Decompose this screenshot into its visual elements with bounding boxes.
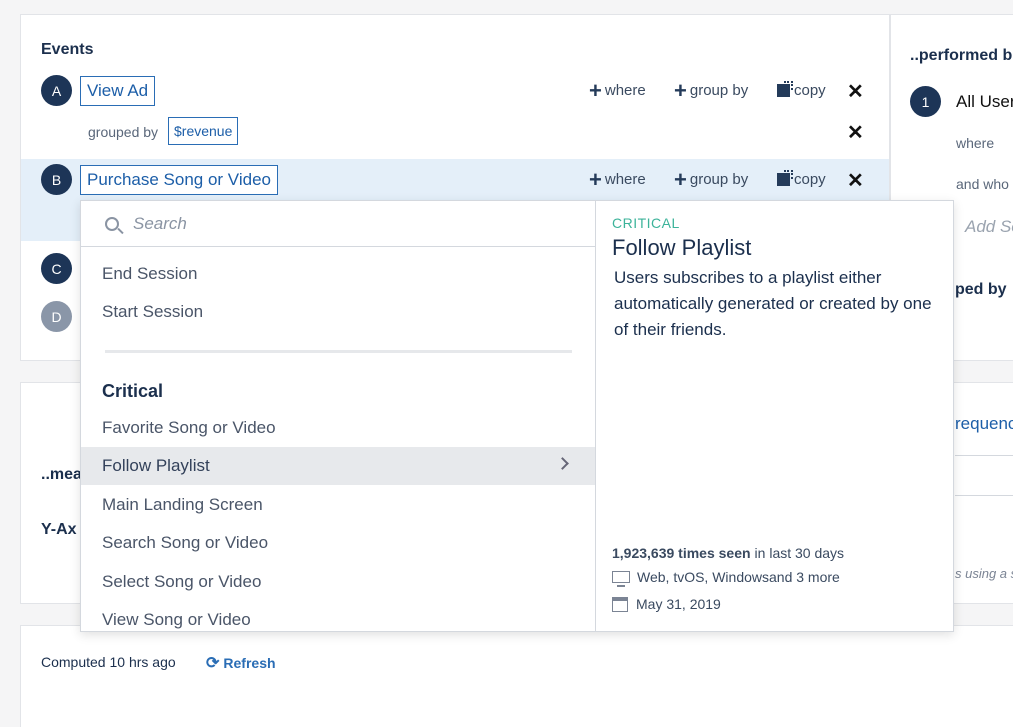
list-item-follow-playlist[interactable]: Follow Playlist xyxy=(81,447,595,485)
detail-platforms: Web, tvOS, Windowsand 3 more xyxy=(612,569,840,587)
list-item-select-song[interactable]: Select Song or Video xyxy=(81,563,595,601)
right-divider xyxy=(955,455,1013,456)
search-bar xyxy=(81,201,595,247)
refresh-button[interactable]: ⟳ Refresh xyxy=(206,653,276,673)
events-heading: Events xyxy=(41,41,94,58)
add-where-a-button[interactable]: + where xyxy=(589,78,646,103)
list-item-end-session[interactable]: End Session xyxy=(81,255,595,293)
calendar-icon xyxy=(612,596,628,612)
step-number-circle: 1 xyxy=(910,86,941,117)
list-item-search-song[interactable]: Search Song or Video xyxy=(81,524,595,562)
detail-times-seen: 1,923,639 times seen in last 30 days xyxy=(612,545,845,561)
add-group-by-a-button[interactable]: + group by xyxy=(674,78,748,103)
event-letter-c: C xyxy=(41,253,72,284)
plus-icon: + xyxy=(589,167,602,192)
copy-icon xyxy=(777,81,793,97)
search-input[interactable] xyxy=(133,213,533,234)
event-b-selector[interactable]: Purchase Song or Video xyxy=(80,165,278,195)
plus-icon: + xyxy=(674,78,687,103)
copy-a-button[interactable]: copy xyxy=(777,81,826,99)
list-item-view-song[interactable]: View Song or Video xyxy=(81,601,595,631)
copy-b-button[interactable]: copy xyxy=(777,170,826,188)
chevron-right-icon xyxy=(556,457,569,470)
remove-a-close-icon[interactable]: ✕ xyxy=(847,79,864,104)
right-note: s using a s xyxy=(955,566,1013,581)
refresh-icon: ⟳ xyxy=(206,655,220,672)
list-item-start-session[interactable]: Start Session xyxy=(81,293,595,331)
footer-panel xyxy=(20,625,1013,727)
right-where-label: where xyxy=(956,135,995,151)
event-detail-pane: CRITICAL Follow Playlist Users subscribe… xyxy=(596,201,953,631)
list-item-main-landing[interactable]: Main Landing Screen xyxy=(81,486,595,524)
right-grouped-by-heading: ped by xyxy=(955,281,1007,298)
detail-date: May 31, 2019 xyxy=(612,596,721,612)
add-group-by-b-button[interactable]: + group by xyxy=(674,167,748,192)
detail-description: Users subscribes to a playlist either au… xyxy=(614,268,932,339)
monitor-icon xyxy=(612,571,630,587)
event-letter-a: A xyxy=(41,75,72,106)
and-who-label: and who xyxy=(956,176,1009,192)
event-a-selector[interactable]: View Ad xyxy=(80,76,156,106)
copy-icon xyxy=(777,170,793,186)
all-users-selector[interactable]: All User xyxy=(956,92,1013,112)
add-segment-input[interactable]: Add Se xyxy=(965,217,1013,237)
right-divider xyxy=(955,495,1013,496)
group-label-critical: Critical xyxy=(102,381,164,401)
y-axis-heading: Y-Ax xyxy=(41,521,77,538)
measures-heading: ..mea xyxy=(41,466,82,483)
grouped-by-revenue-selector[interactable]: $revenue xyxy=(168,117,239,145)
computed-text: Computed 10 hrs ago xyxy=(41,654,176,670)
list-item-favorite-song[interactable]: Favorite Song or Video xyxy=(81,409,595,447)
list-divider xyxy=(105,350,572,353)
remove-b-close-icon[interactable]: ✕ xyxy=(847,168,864,193)
search-icon xyxy=(105,216,119,231)
event-dropdown: End Session Start Session Critical Favor… xyxy=(80,200,954,632)
plus-icon: + xyxy=(674,167,687,192)
event-letter-b: B xyxy=(41,164,72,195)
frequency-selector[interactable]: requenc xyxy=(955,414,1013,434)
event-list: End Session Start Session Critical Favor… xyxy=(81,201,596,631)
grouped-by-label: grouped by xyxy=(88,124,159,140)
plus-icon: + xyxy=(589,78,602,103)
add-where-b-button[interactable]: + where xyxy=(589,167,646,192)
event-letter-d: D xyxy=(41,301,72,332)
detail-category-label: CRITICAL xyxy=(612,215,680,231)
remove-group-by-close-icon[interactable]: ✕ xyxy=(847,120,864,145)
performed-by-heading: ..performed b xyxy=(910,47,1013,64)
detail-title: Follow Playlist xyxy=(612,235,752,260)
